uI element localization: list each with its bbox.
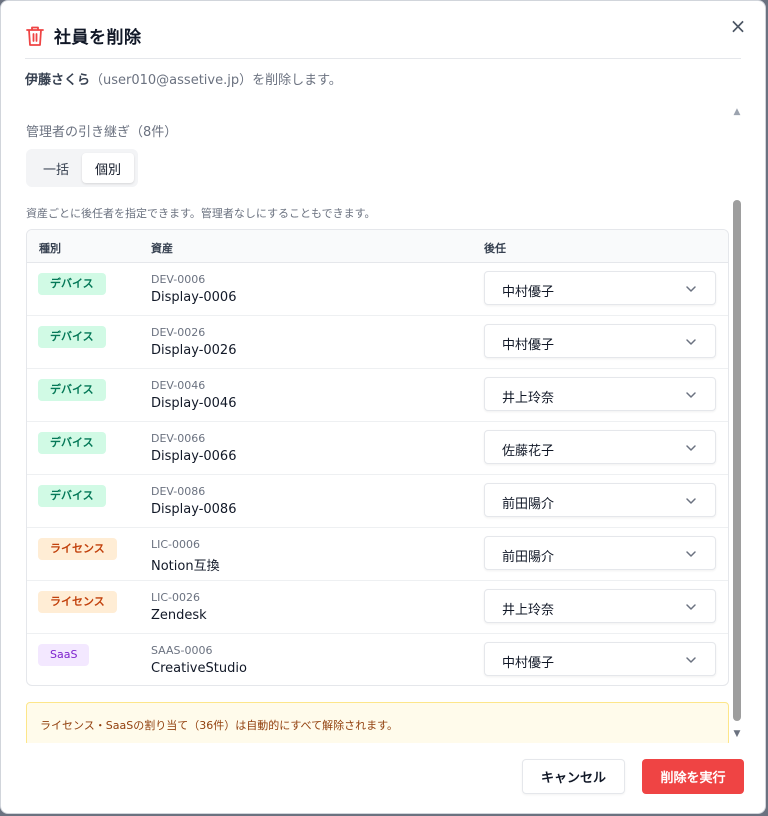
successor-value: 中村優子 [502,285,555,300]
table-row: デバイス DEV-0006 Display-0006 中村優子 [27,263,728,316]
scrollbar-thumb[interactable] [733,200,741,721]
asset-name: Display-0066 [151,449,237,464]
type-badge: SaaS [38,644,90,666]
table-header: 種別 資産 後任 [27,230,728,263]
successor-select[interactable]: 佐藤花子 [484,430,716,464]
scrollbar[interactable]: ▲ ▼ [732,105,742,743]
col-type: 種別 [39,242,61,255]
notice-banner: ライセンス・SaaSの割り当て（36件）は自動的にすべて解除されます。 [26,702,729,743]
mode-bulk-tab[interactable]: 一括 [30,153,82,183]
table-row: デバイス DEV-0046 Display-0046 井上玲奈 [27,369,728,422]
asset-name: Notion互換 [151,559,220,574]
successor-select[interactable]: 前田陽介 [484,483,716,517]
assets-table: 種別 資産 後任 デバイス DEV-0006 Display-0006 中村優子 デバイ… [26,229,729,686]
hint-text: 資産ごとに後任者を指定できます。管理者なしにすることもできます。 [26,207,376,220]
asset-code: DEV-0046 [151,379,206,392]
asset-code: LIC-0026 [151,591,201,604]
asset-code: SAAS-0006 [151,644,213,657]
asset-code: DEV-0086 [151,485,206,498]
notice-text: ライセンス・SaaSの割り当て（36件）は自動的にすべて解除されます。 [40,719,399,732]
successor-select[interactable]: 中村優子 [484,271,716,305]
mode-individual-tab[interactable]: 個別 [82,153,134,183]
successor-value: 前田陽介 [502,550,555,565]
table-row: デバイス DEV-0086 Display-0086 前田陽介 [27,475,728,528]
chevron-down-icon [686,498,696,504]
successor-select[interactable]: 井上玲奈 [484,589,716,623]
scroll-up-icon[interactable]: ▲ [732,107,742,117]
trash-icon [26,26,44,46]
type-badge: デバイス [38,485,106,507]
chevron-down-icon [686,286,696,292]
section-title: 管理者の引き継ぎ（8件） [26,125,178,140]
mode-toggle: 一括 個別 [26,149,138,187]
close-icon[interactable]: × [727,15,749,37]
asset-name: Zendesk [151,608,207,623]
type-badge: ライセンス [38,538,117,560]
asset-code: DEV-0066 [151,432,206,445]
type-badge: デバイス [38,273,106,295]
table-row: デバイス DEV-0066 Display-0066 佐藤花子 [27,422,728,475]
type-badge: ライセンス [38,591,117,613]
asset-code: DEV-0006 [151,273,206,286]
asset-name: Display-0046 [151,396,237,411]
user-email-text: （user010@assetive.jp）を削除します。 [90,73,342,88]
dialog-header: 社員を削除 [25,23,142,48]
col-asset: 資産 [151,242,173,255]
table-body: デバイス DEV-0006 Display-0006 中村優子 デバイス DEV-0026… [27,263,728,685]
chevron-down-icon [686,604,696,610]
successor-select[interactable]: 井上玲奈 [484,377,716,411]
delete-employee-dialog: 社員を削除 × 伊藤さくら（user010@assetive.jp）を削除します… [0,0,766,814]
table-row: ライセンス LIC-0006 Notion互換 前田陽介 [27,528,728,581]
cancel-button[interactable]: キャンセル [522,759,625,794]
chevron-down-icon [686,445,696,451]
successor-select[interactable]: 中村優子 [484,642,716,676]
chevron-down-icon [686,657,696,663]
successor-select[interactable]: 中村優子 [484,324,716,358]
type-badge: デバイス [38,432,106,454]
dialog-description: 伊藤さくら（user010@assetive.jp）を削除します。 [25,69,342,88]
asset-name: Display-0026 [151,343,237,358]
chevron-down-icon [686,392,696,398]
scroll-down-icon[interactable]: ▼ [732,729,742,739]
chevron-down-icon [686,339,696,345]
asset-code: LIC-0006 [151,538,201,551]
successor-value: 井上玲奈 [502,391,555,406]
table-row: SaaS SAAS-0006 CreativeStudio 中村優子 [27,634,728,685]
successor-select[interactable]: 前田陽介 [484,536,716,570]
successor-value: 前田陽介 [502,497,555,512]
col-successor: 後任 [484,242,506,255]
type-badge: デバイス [38,379,106,401]
user-name: 伊藤さくら [25,73,91,88]
scroll-area[interactable]: 管理者の引き継ぎ（8件） 一括 個別 資産ごとに後任者を指定できます。管理者なし… [1,101,745,743]
table-row: ライセンス LIC-0026 Zendesk 井上玲奈 [27,581,728,634]
asset-name: Display-0086 [151,502,237,517]
type-badge: デバイス [38,326,106,348]
successor-value: 中村優子 [502,656,555,671]
chevron-down-icon [686,551,696,557]
asset-name: Display-0006 [151,290,237,305]
successor-value: 井上玲奈 [502,603,555,618]
successor-value: 中村優子 [502,338,555,353]
table-row: デバイス DEV-0026 Display-0026 中村優子 [27,316,728,369]
delete-button[interactable]: 削除を実行 [642,759,744,794]
asset-code: DEV-0026 [151,326,206,339]
dialog-title: 社員を削除 [54,28,142,48]
asset-name: CreativeStudio [151,661,247,676]
header-divider [25,58,741,59]
successor-value: 佐藤花子 [502,444,555,459]
